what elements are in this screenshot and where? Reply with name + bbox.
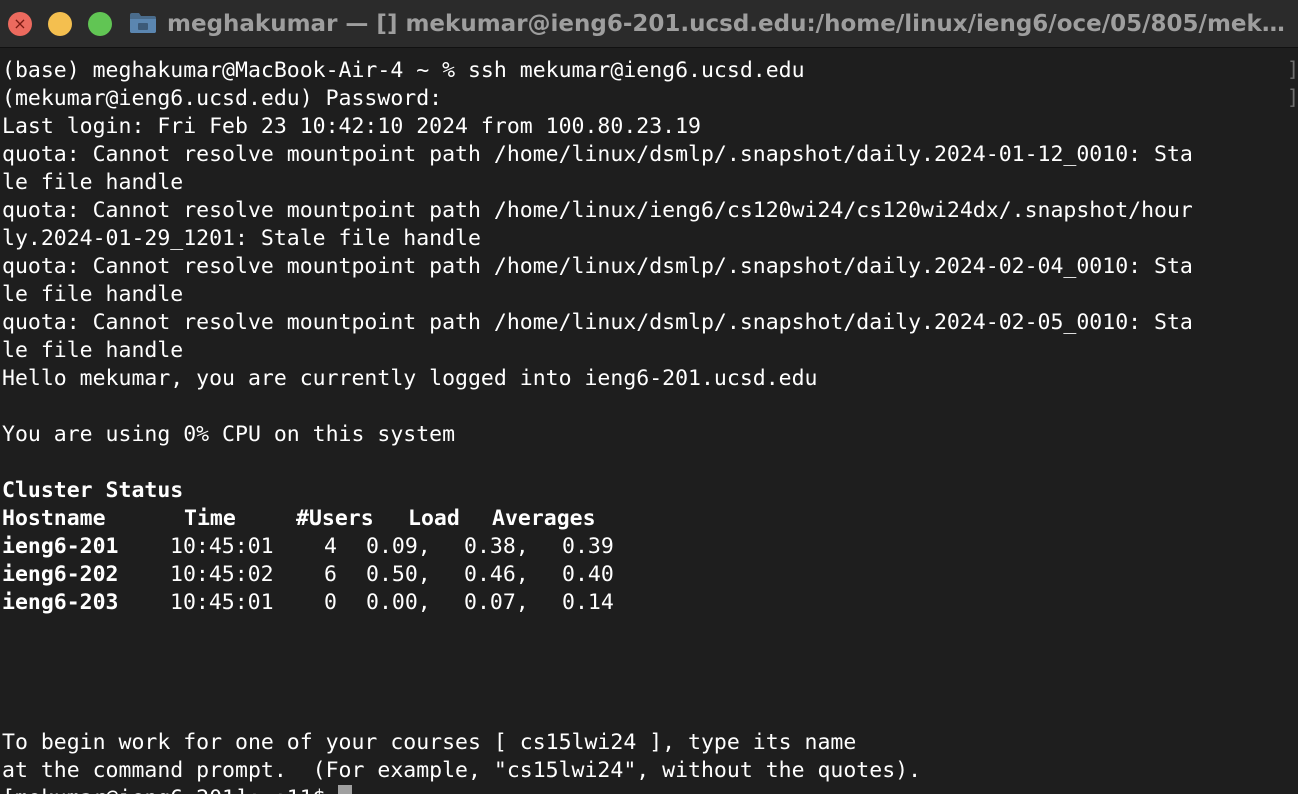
terminal-output[interactable]: (base) meghakumar@MacBook-Air-4 ~ % ssh … [2, 57, 1292, 794]
cluster-table-row: ieng6-202 10:45:02 6 0.50, 0.46, 0.40 [2, 561, 1292, 589]
column-header: Hostname [2, 506, 106, 531]
time-cell: 10:45:01 [170, 590, 274, 615]
hostname-cell: ieng6-201 [2, 534, 119, 559]
output-line: quota: Cannot resolve mountpoint path /h… [2, 254, 1193, 279]
output-line: quota: Cannot resolve mountpoint path /h… [2, 198, 1193, 223]
output-line: To begin work for one of your courses [ … [2, 730, 857, 755]
time-cell: 10:45:02 [170, 562, 274, 587]
output-line: at the command prompt. (For example, "cs… [2, 758, 922, 783]
load-cell: 0.09, [366, 534, 431, 559]
output-line: quota: Cannot resolve mountpoint path /h… [2, 310, 1193, 335]
time-cell: 10:45:01 [170, 534, 274, 559]
column-header: #Users [296, 506, 374, 531]
load-cell: 0.39 [562, 534, 614, 559]
minimize-button[interactable] [48, 12, 72, 36]
load-cell: 0.50, [366, 562, 431, 587]
load-cell: 0.00, [366, 590, 431, 615]
cluster-status-title: Cluster Status [2, 478, 184, 503]
window-title: meghakumar — [] mekumar@ieng6-201.ucsd.e… [167, 11, 1285, 37]
output-line: ly.2024-01-29_1201: Stale file handle [2, 226, 481, 251]
column-header: Averages [492, 506, 596, 531]
output-line: You are using 0% CPU on this system [2, 422, 456, 447]
column-header: Time [184, 506, 236, 531]
maximize-button[interactable] [88, 12, 112, 36]
load-cell: 0.14 [562, 590, 614, 615]
users-cell: 4 [324, 534, 337, 559]
load-cell: 0.07, [464, 590, 529, 615]
output-line: Last login: Fri Feb 23 10:42:10 2024 fro… [2, 114, 701, 139]
folder-icon [130, 13, 156, 33]
load-cell: 0.46, [464, 562, 529, 587]
cluster-table-header: Hostname Time #Users Load Averages [2, 505, 1292, 533]
command-prompt-line[interactable]: [mekumar@ieng6-201]:~:11$ [2, 785, 1292, 794]
close-icon: × [13, 14, 27, 33]
output-line: (base) meghakumar@MacBook-Air-4 ~ % ssh … [2, 58, 805, 83]
hostname-cell: ieng6-203 [2, 590, 119, 615]
terminal-window: × meghakumar — [] mekumar@ieng6-201.ucsd… [0, 0, 1298, 794]
output-line: le file handle [2, 338, 184, 363]
text-cursor [337, 785, 352, 794]
users-cell: 0 [324, 590, 337, 615]
output-line: le file handle [2, 282, 184, 307]
title-bar[interactable]: × meghakumar — [] mekumar@ieng6-201.ucsd… [0, 0, 1298, 48]
hostname-cell: ieng6-202 [2, 562, 119, 587]
output-line: (mekumar@ieng6.ucsd.edu) Password: [2, 86, 443, 111]
output-line: quota: Cannot resolve mountpoint path /h… [2, 142, 1193, 167]
users-cell: 6 [324, 562, 337, 587]
column-header: Load [408, 506, 460, 531]
output-line: Hello mekumar, you are currently logged … [2, 366, 818, 391]
load-cell: 0.38, [464, 534, 529, 559]
cluster-table-row: ieng6-201 10:45:01 4 0.09, 0.38, 0.39 [2, 533, 1292, 561]
output-line: le file handle [2, 170, 184, 195]
cluster-table-row: ieng6-203 10:45:01 0 0.00, 0.07, 0.14 [2, 589, 1292, 617]
close-button[interactable]: × [8, 12, 32, 36]
load-cell: 0.40 [562, 562, 614, 587]
